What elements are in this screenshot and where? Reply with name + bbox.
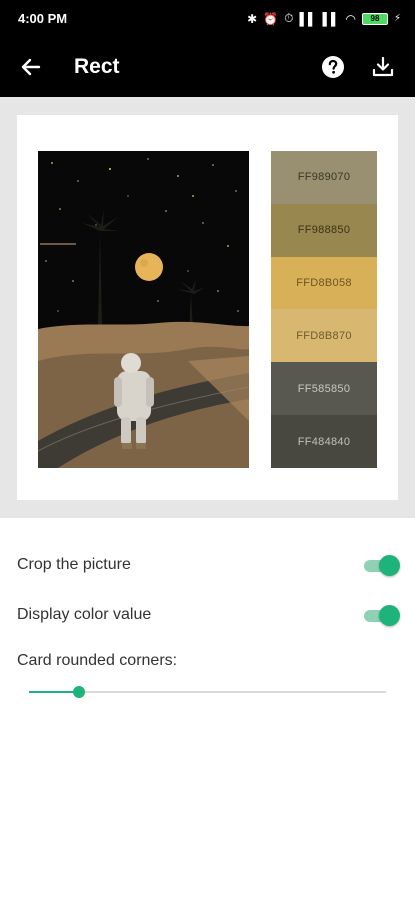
photo-preview — [38, 151, 249, 468]
preview-area: FF989070 FF988850 FFD8B058 FFD8B870 FF585850… — [0, 97, 415, 518]
page-title: Rect — [74, 55, 120, 78]
signal-icon: ▌▌ — [299, 11, 317, 26]
color-swatch: FFD8B058 — [271, 256, 377, 310]
color-value-setting: Display color value — [17, 590, 400, 640]
slider-knob[interactable] — [72, 686, 85, 698]
corners-label: Card rounded corners: — [17, 652, 178, 669]
download-button[interactable] — [367, 51, 399, 83]
status-icons: ✱ ⏰ ⏱ ▌▌ ▌▌ ◠ 98 ⚡ — [247, 11, 401, 26]
battery-level: 98 — [370, 14, 380, 23]
arrow-left-icon — [21, 58, 41, 76]
back-button[interactable] — [16, 52, 46, 82]
color-value-label: Display color value — [17, 606, 152, 623]
battery-icon: 98 — [361, 12, 388, 25]
toggle-thumb — [379, 605, 400, 626]
status-bar: 4:00 PM ✱ ⏰ ⏱ ▌▌ ▌▌ ◠ 98 ⚡ — [0, 0, 415, 37]
color-swatch: FF988850 — [271, 203, 377, 257]
signal-2-icon: ▌▌ — [322, 11, 340, 26]
toggle-thumb — [379, 555, 400, 576]
crop-label: Crop the picture — [17, 556, 131, 573]
corners-slider[interactable] — [29, 680, 386, 704]
crop-setting: Crop the picture — [17, 540, 400, 590]
palette-card: FF989070 FF988850 FFD8B058 FFD8B870 FF585850… — [17, 115, 398, 500]
slider-fill — [29, 691, 79, 693]
bluetooth-icon: ✱ — [247, 11, 258, 26]
settings-panel: Crop the picture Display color value Car… — [0, 540, 415, 704]
night-desert-astronaut-image — [38, 151, 249, 468]
alarm-off-icon: ⏰ — [263, 11, 279, 26]
color-swatch: FF585850 — [271, 362, 377, 416]
crop-toggle[interactable] — [364, 555, 400, 576]
app-bar: Rect — [0, 37, 415, 97]
wifi-icon: ◠ — [345, 11, 356, 26]
alarm-icon: ⏱ — [284, 11, 294, 25]
color-swatch: FF484840 — [271, 415, 377, 468]
download-icon — [372, 56, 394, 77]
help-icon — [322, 56, 344, 78]
color-palette: FF989070 FF988850 FFD8B058 FFD8B870 FF585850… — [271, 151, 377, 468]
color-swatch: FF989070 — [271, 151, 377, 204]
color-swatch: FFD8B870 — [271, 309, 377, 363]
help-button[interactable] — [317, 51, 349, 83]
status-time: 4:00 PM — [18, 11, 68, 26]
color-value-toggle[interactable] — [364, 605, 400, 626]
charging-icon: ⚡ — [393, 13, 401, 24]
